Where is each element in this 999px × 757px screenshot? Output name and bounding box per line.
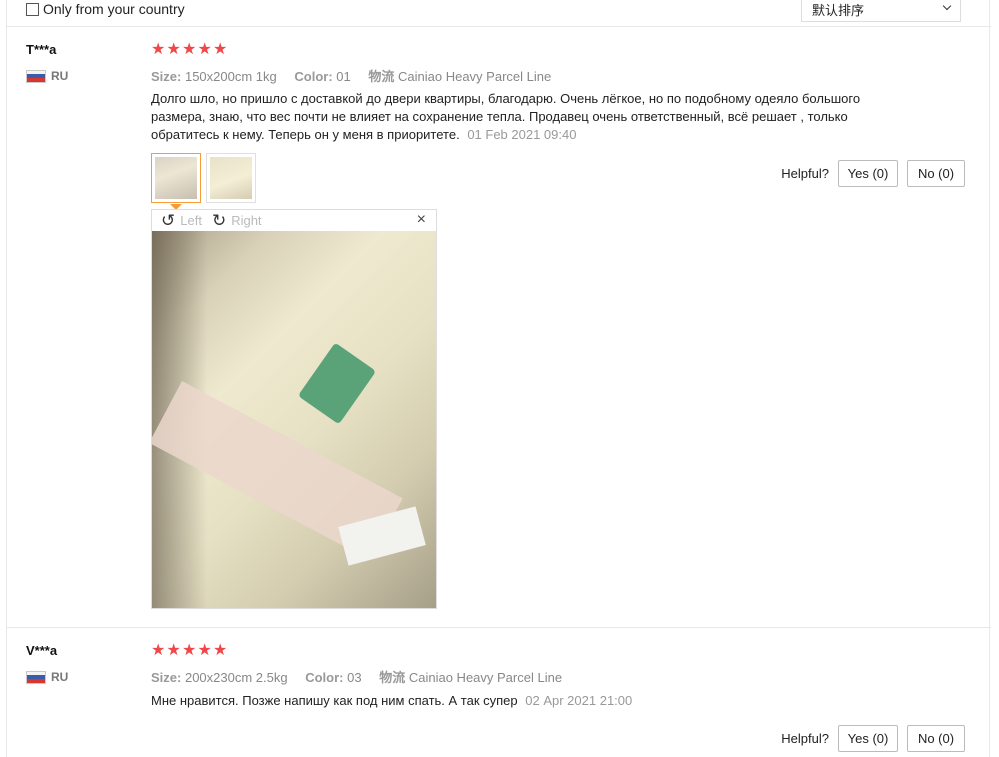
size-value: 150x200cm 1kg <box>184 69 277 84</box>
review-attributes: Size: 200x230cm 2.5kg Color: 03 物流 Caini… <box>151 667 562 686</box>
shipping-label: 物流 <box>368 69 395 84</box>
review-text: Мне нравится. Позже напишу как под ним с… <box>151 692 861 710</box>
russia-flag-icon <box>26 670 46 684</box>
close-icon[interactable]: × <box>417 211 426 229</box>
country-code: RU <box>51 670 69 684</box>
review-author: T***a <box>26 42 57 57</box>
rotate-right-icon: ↻ <box>211 211 227 230</box>
country-filter[interactable]: Only from your country <box>26 1 185 17</box>
color-label: Color: <box>294 69 333 84</box>
chevron-down-icon <box>942 1 952 11</box>
star-icon: ★ <box>166 642 181 659</box>
review-attributes: Size: 150x200cm 1kg Color: 01 物流 Cainiao… <box>151 66 551 85</box>
color-label: Color: <box>305 670 344 685</box>
country-code: RU <box>51 69 69 83</box>
star-rating: ★ ★ ★ ★ ★ <box>151 643 229 659</box>
review-country: RU <box>26 69 68 83</box>
rotate-left-label: Left <box>180 213 202 228</box>
size-label: Size: <box>151 670 182 685</box>
image-viewer: ↺ Left ↻ Right × <box>151 209 437 609</box>
review-thumbnails <box>151 153 261 210</box>
review-photo <box>152 231 436 608</box>
review-date: 01 Feb 2021 09:40 <box>467 127 577 142</box>
review-body: Мне нравится. Позже напишу как под ним с… <box>151 693 518 708</box>
review-item: T***a RU ★ ★ ★ ★ ★ Size: 150x200cm 1kg C… <box>7 28 991 628</box>
color-value: 01 <box>336 69 351 84</box>
review-date: 02 Apr 2021 21:00 <box>525 693 633 708</box>
shipping-value: Cainiao Heavy Parcel Line <box>398 69 552 84</box>
star-icon: ★ <box>182 642 197 659</box>
helpful-yes-button[interactable]: Yes (0) <box>838 725 898 752</box>
helpful-label: Helpful? <box>781 166 829 181</box>
star-icon: ★ <box>166 41 181 58</box>
star-icon: ★ <box>151 642 166 659</box>
star-icon: ★ <box>197 41 212 58</box>
review-author: V***a <box>26 643 58 658</box>
rotate-right-label: Right <box>231 213 262 228</box>
helpful-votes: Helpful? Yes (0) No (0) <box>781 160 965 187</box>
helpful-no-button[interactable]: No (0) <box>907 725 965 752</box>
review-thumbnail[interactable] <box>206 153 256 203</box>
star-icon: ★ <box>182 41 197 58</box>
size-label: Size: <box>151 69 182 84</box>
reviews-panel: Only from your country 默认排序 T***a RU ★ ★… <box>6 0 991 757</box>
review-country: RU <box>26 670 68 684</box>
star-icon: ★ <box>213 642 228 659</box>
sort-dropdown-value: 默认排序 <box>812 2 865 18</box>
color-value: 03 <box>347 670 362 685</box>
shipping-value: Cainiao Heavy Parcel Line <box>408 670 563 685</box>
rotate-left-button[interactable]: ↺ Left <box>161 212 202 229</box>
review-text: Долго шло, но пришло с доставкой до двер… <box>151 90 861 144</box>
star-icon: ★ <box>197 642 212 659</box>
star-icon: ★ <box>151 41 166 58</box>
star-icon: ★ <box>213 41 228 58</box>
image-viewer-toolbar: ↺ Left ↻ Right × <box>152 210 436 231</box>
country-checkbox[interactable] <box>26 2 39 16</box>
helpful-yes-button[interactable]: Yes (0) <box>838 160 898 187</box>
helpful-label: Helpful? <box>781 731 829 746</box>
review-item: V***a RU ★ ★ ★ ★ ★ Size: 200x230cm 2.5kg… <box>7 629 991 757</box>
shipping-label: 物流 <box>379 670 406 685</box>
rotate-left-icon: ↺ <box>161 211 176 230</box>
review-thumbnail[interactable] <box>151 153 201 210</box>
rotate-right-button[interactable]: ↻ Right <box>212 212 262 229</box>
russia-flag-icon <box>26 69 46 83</box>
thumbnail-image <box>210 157 252 199</box>
filter-bar: Only from your country 默认排序 <box>7 0 991 27</box>
star-rating: ★ ★ ★ ★ ★ <box>151 42 229 58</box>
helpful-no-button[interactable]: No (0) <box>907 160 965 187</box>
thumbnail-image <box>155 157 197 199</box>
country-filter-label: Only from your country <box>43 1 185 17</box>
sort-dropdown[interactable]: 默认排序 <box>801 0 961 22</box>
helpful-votes: Helpful? Yes (0) No (0) <box>781 725 965 752</box>
size-value: 200x230cm 2.5kg <box>184 670 288 685</box>
